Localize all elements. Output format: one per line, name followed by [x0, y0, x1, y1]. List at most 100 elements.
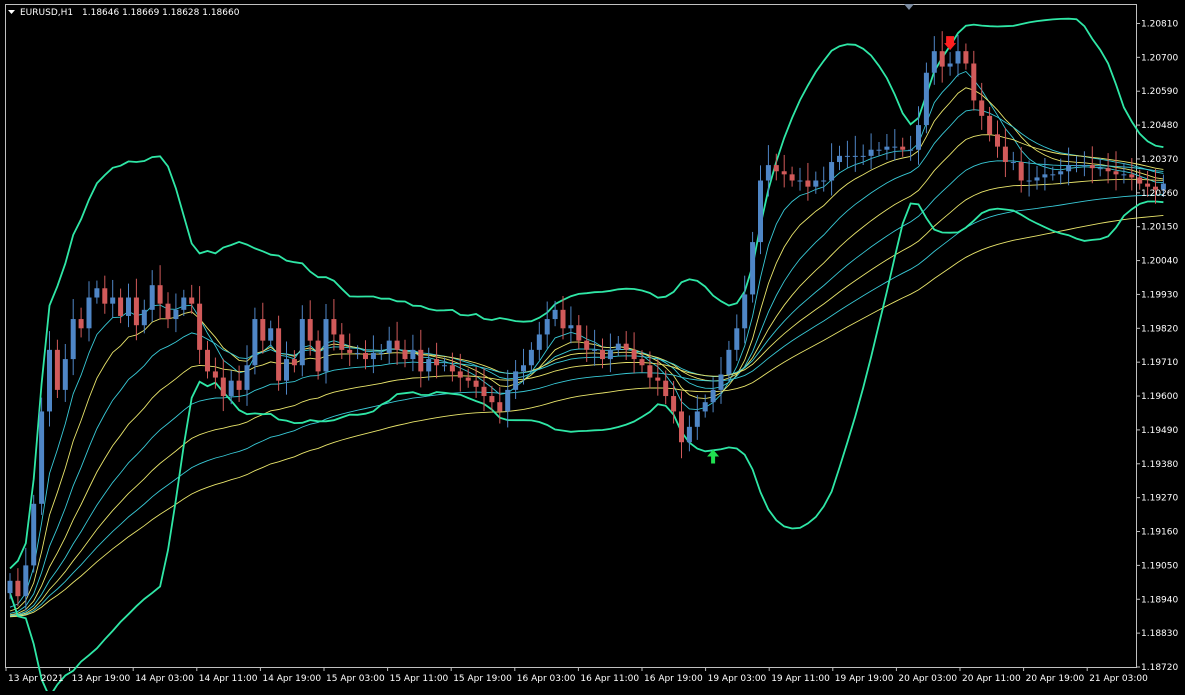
y-tick-label: 1.18940 [1141, 595, 1178, 605]
candle-body [489, 396, 495, 403]
candle-body [829, 162, 835, 181]
y-tick-label: 1.19490 [1141, 426, 1178, 436]
x-tick-label: 19 Apr 03:00 [708, 674, 767, 684]
candle-body [686, 426, 692, 443]
candle-body [410, 349, 416, 360]
candle-body [947, 63, 953, 67]
x-tick-label: 13 Apr 19:00 [72, 674, 131, 684]
candle-body [307, 319, 313, 341]
candle-body [955, 51, 961, 64]
candle-body [584, 340, 590, 350]
y-tick-label: 1.20810 [1141, 19, 1178, 29]
candle-body [773, 165, 779, 172]
x-tick-label: 15 Apr 03:00 [326, 674, 385, 684]
candle-body [1105, 168, 1111, 172]
candle-body [1010, 162, 1016, 164]
x-tick-label: 20 Apr 11:00 [962, 674, 1021, 684]
candle-body [465, 377, 471, 381]
candle-body [1050, 174, 1056, 176]
chart-canvas[interactable]: 1.20810 1.20700 1.20590 1.20480 1.20370 1.202… [0, 0, 1185, 695]
y-tick-label: 1.18830 [1141, 629, 1178, 639]
x-tick-label: 15 Apr 11:00 [390, 674, 449, 684]
y-tick-label: 1.19600 [1141, 392, 1178, 402]
candle [750, 231, 756, 303]
candle-body [31, 503, 37, 566]
candle-body [765, 165, 771, 181]
chart-header: EURUSD,H1 1.18646 1.18669 1.18628 1.1866… [8, 8, 240, 18]
candle-body [797, 180, 803, 182]
y-tick-label: 1.20260 [1141, 189, 1178, 199]
candle-body [1002, 146, 1008, 163]
candle-body [987, 115, 993, 135]
y-tick-label: 1.19160 [1141, 528, 1178, 538]
y-tick-label: 1.20150 [1141, 223, 1178, 233]
candle-body [513, 371, 519, 390]
candle-body [671, 396, 677, 412]
candle-body [133, 297, 139, 326]
candle-body [623, 343, 629, 350]
candle-body [370, 352, 376, 360]
candle-body [165, 303, 171, 320]
candle-body [600, 349, 605, 360]
candle-body [47, 349, 52, 412]
candle-body [236, 380, 242, 390]
candle-body [284, 359, 289, 381]
candle-body [923, 72, 929, 126]
candle-body [363, 352, 368, 360]
candle-body [386, 340, 392, 353]
candle-body [1034, 177, 1040, 181]
candle-body [1042, 174, 1048, 178]
ohlc-values: 1.18646 1.18669 1.18628 1.18660 [82, 8, 240, 18]
candle-body [868, 149, 874, 156]
y-tick-label: 1.19820 [1141, 324, 1178, 334]
x-tick-label: 20 Apr 19:00 [1026, 674, 1085, 684]
candle-body [663, 380, 669, 397]
candle-body [331, 319, 337, 335]
candle-body [568, 325, 574, 329]
x-tick-label: 20 Apr 03:00 [898, 674, 957, 684]
candle-body [647, 365, 653, 378]
symbol-label[interactable]: EURUSD,H1 [20, 8, 73, 18]
candle-body [742, 294, 748, 329]
candle-body [378, 352, 384, 354]
candle-body [852, 155, 858, 157]
candle-body [323, 319, 329, 372]
y-tick-label: 1.20480 [1141, 121, 1178, 131]
candle-body [1018, 162, 1024, 181]
candle-body [394, 340, 400, 350]
candle-body [1089, 165, 1095, 169]
price-chart[interactable]: 1.20810 1.20700 1.20590 1.20480 1.20370 1.202… [0, 0, 1185, 695]
candle-body [39, 411, 45, 504]
candle-body [552, 309, 558, 320]
x-tick-label: 13 Apr 2021 [8, 674, 64, 684]
candle-body [789, 174, 795, 181]
candle-body [813, 180, 819, 187]
y-tick-label: 1.20700 [1141, 53, 1178, 63]
candle-body [971, 63, 977, 101]
candle-body [212, 371, 218, 378]
candle-body [402, 349, 408, 360]
candle-body [141, 309, 147, 326]
candle-body [426, 359, 432, 372]
candle-body [347, 349, 353, 353]
candle-body [205, 349, 210, 372]
candle-body [94, 288, 100, 298]
y-tick-label: 1.18720 [1141, 663, 1178, 673]
candle-body [473, 380, 479, 387]
candle-body [149, 285, 155, 310]
x-tick-label: 19 Apr 11:00 [771, 674, 830, 684]
candle-body [260, 319, 266, 341]
x-tick-label: 14 Apr 11:00 [199, 674, 258, 684]
candle-body [1097, 168, 1103, 170]
candle-body [299, 319, 305, 366]
candle-body [110, 297, 116, 304]
x-tick-label: 16 Apr 03:00 [517, 674, 576, 684]
x-tick-label: 16 Apr 11:00 [580, 674, 639, 684]
candle-body [837, 155, 842, 163]
candle-body [939, 51, 945, 67]
candle-body [734, 328, 740, 350]
candle-body [979, 100, 985, 116]
candle-body [631, 349, 637, 360]
candle-body [639, 359, 645, 366]
candle-body [931, 51, 937, 73]
